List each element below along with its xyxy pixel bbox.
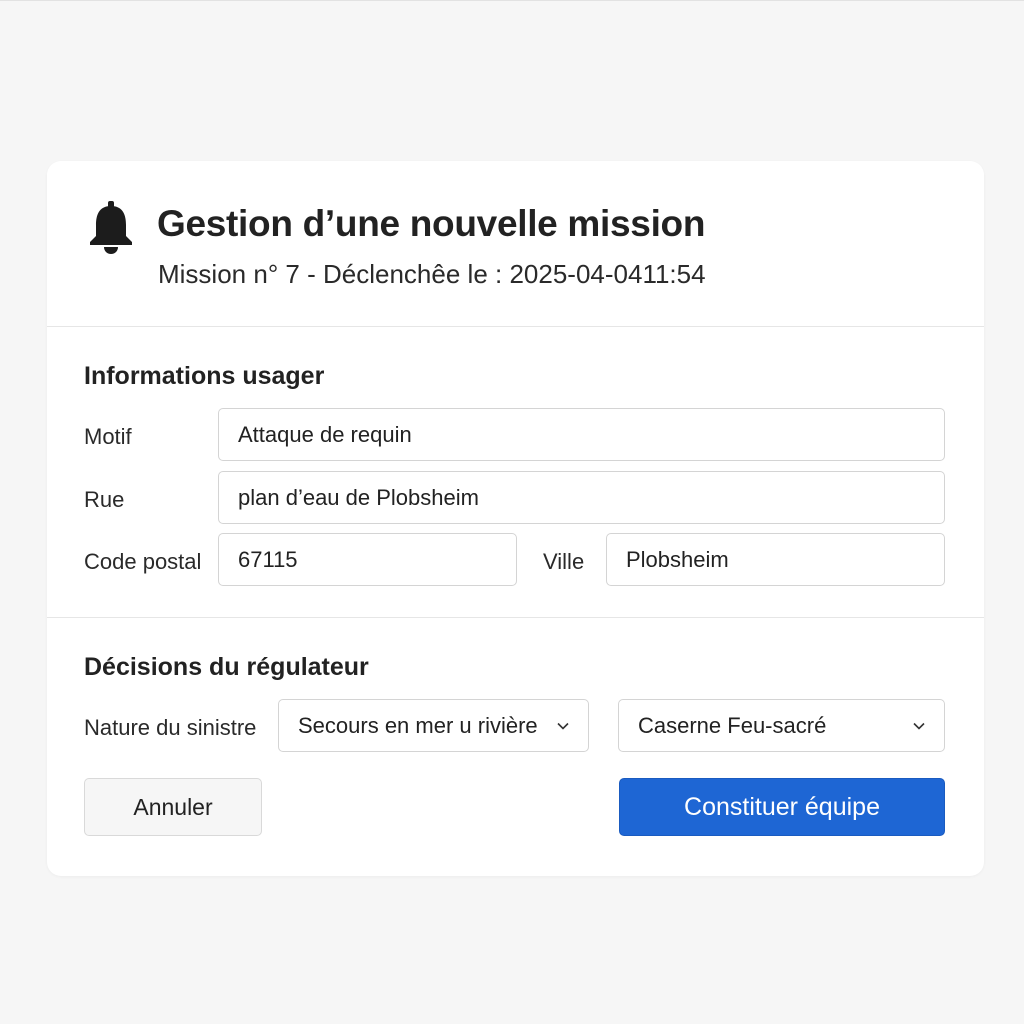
motif-label: Motif <box>84 424 132 449</box>
dialog-header: Gestion d’une nouvelle mission Mission n… <box>47 161 984 327</box>
mission-subtitle: Mission n° 7 - Déclenchêe le : 2025-04-0… <box>158 259 706 289</box>
dialog-title: Gestion d’une nouvelle mission <box>157 203 706 244</box>
code-postal-label: Code postal <box>84 549 202 574</box>
motif-input[interactable]: Attaque de requin <box>218 408 945 461</box>
chevron-down-icon <box>557 722 569 730</box>
caserne-value: Caserne Feu-sacré <box>638 712 827 738</box>
top-divider <box>0 0 1024 1</box>
nature-sinistre-label: Nature du sinistre <box>84 715 257 740</box>
constituer-equipe-button[interactable]: Constituer équipe <box>619 778 945 836</box>
decisions-section-title: Décisions du régulateur <box>84 653 369 681</box>
chevron-down-icon <box>913 722 925 730</box>
bell-icon <box>85 199 137 255</box>
ville-input[interactable]: Plobsheim <box>606 533 945 586</box>
cancel-button[interactable]: Annuler <box>84 778 262 836</box>
nature-sinistre-select[interactable]: Secours en mer u rivière <box>278 699 589 752</box>
usager-section-title: Informations usager <box>84 362 325 390</box>
rue-label: Rue <box>84 487 125 512</box>
rue-input[interactable]: plan d’eau de Plobsheim <box>218 471 945 524</box>
ville-label: Ville <box>543 549 585 574</box>
code-postal-input[interactable]: 67115 <box>218 533 517 586</box>
caserne-select[interactable]: Caserne Feu-sacré <box>618 699 945 752</box>
mission-dialog: Gestion d’une nouvelle mission Mission n… <box>47 161 984 876</box>
nature-sinistre-value: Secours en mer u rivière <box>298 712 538 738</box>
